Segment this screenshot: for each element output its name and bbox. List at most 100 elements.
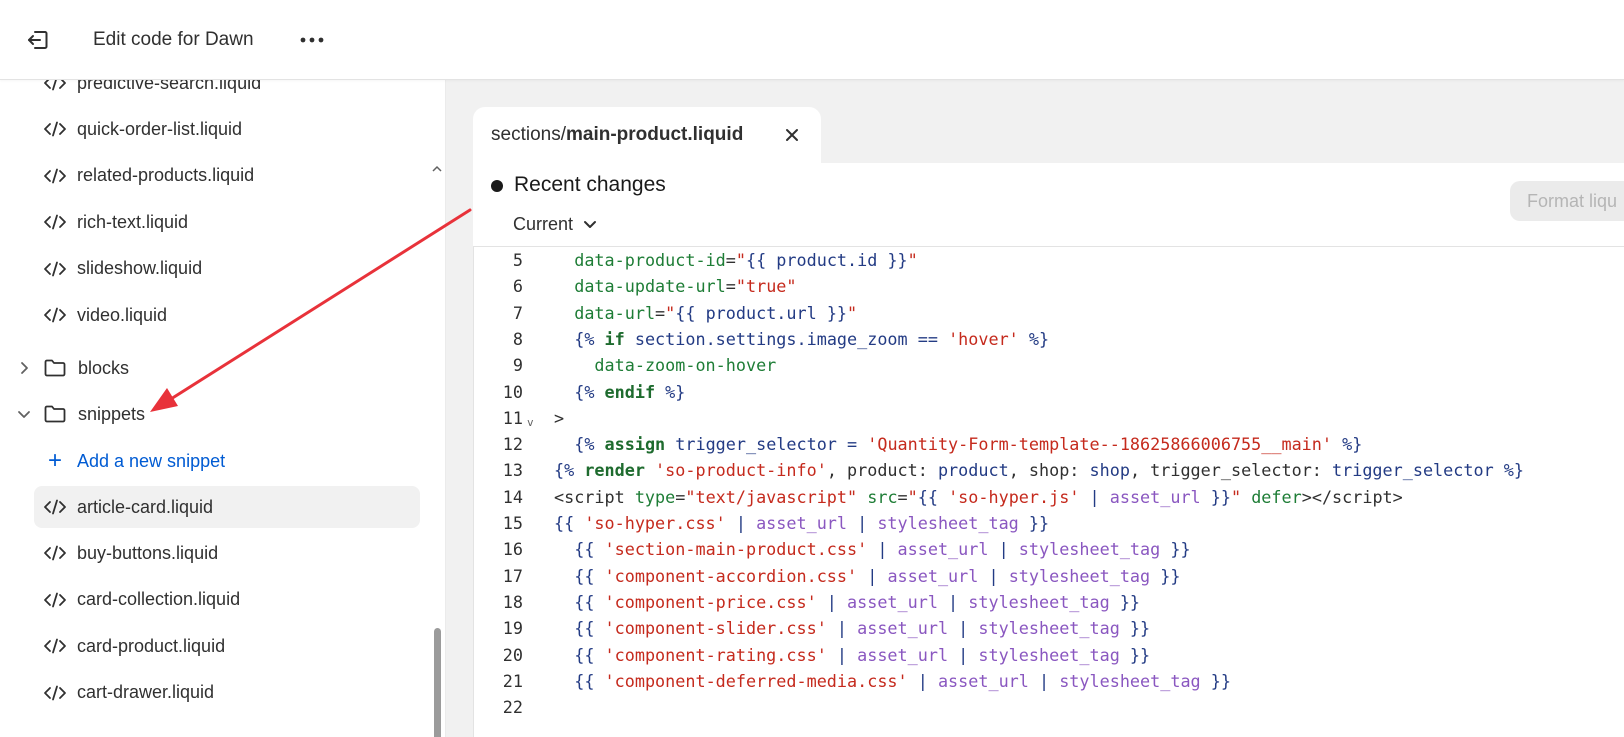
file-label: article-card.liquid	[77, 496, 214, 517]
line-number: 18	[502, 591, 523, 612]
file-label: rich-text.liquid	[77, 211, 189, 232]
code-line: 8 {% if section.settings.image_zoom == '…	[473, 326, 1624, 352]
folder-icon	[41, 405, 69, 423]
code-text: data-url="{{ product.url }}"	[574, 302, 858, 323]
code-text: >	[554, 407, 565, 428]
add-new-snippet-link[interactable]: + Add a new snippet	[34, 440, 420, 482]
file-label: cart-drawer.liquid	[77, 682, 215, 703]
scroll-up-arrow[interactable]	[430, 162, 444, 174]
file-label: card-product.liquid	[77, 635, 226, 656]
version-select-value: Current	[513, 213, 574, 234]
line-number: 11	[502, 407, 523, 428]
close-tab-button[interactable]	[781, 124, 803, 146]
file-label: predictive-search.liquid	[77, 80, 262, 93]
file-item[interactable]: video.liquid	[34, 294, 420, 336]
file-item[interactable]: card-collection.liquid	[34, 579, 420, 621]
file-item[interactable]: predictive-search.liquid	[34, 80, 420, 104]
code-line: 11 v >	[473, 405, 1624, 431]
code-line: 15 {{ 'so-hyper.css' | asset_url | styles…	[473, 510, 1624, 536]
file-item[interactable]: rich-text.liquid	[34, 201, 420, 243]
code-line: 10 {% endif %}	[473, 379, 1624, 405]
file-item[interactable]: slideshow.liquid	[34, 248, 420, 290]
code-content[interactable]: 5 data-product-id="{{ product.id }}" 6 da…	[473, 247, 1624, 737]
line-number: 12	[502, 434, 523, 455]
line-number: 16	[502, 539, 523, 560]
code-line: 9 data-zoom-on-hover	[473, 352, 1624, 378]
code-text: {{ 'component-slider.css' | asset_url | …	[574, 618, 1151, 639]
code-file-icon	[41, 592, 69, 608]
line-number: 17	[502, 565, 523, 586]
code-text: {% assign trigger_selector = 'Quantity-F…	[574, 434, 1363, 455]
recent-changes-title: Recent changes	[514, 173, 666, 196]
exit-icon	[28, 31, 48, 49]
code-text: {% render 'so-product-info', product: pr…	[554, 460, 1524, 481]
code-line: 21 {{ 'component-deferred-media.css' | a…	[473, 668, 1624, 694]
file-item[interactable]: buy-buttons.liquid	[34, 532, 420, 574]
sidebar-scrollbar-thumb[interactable]	[434, 628, 441, 737]
exit-button[interactable]	[22, 24, 54, 56]
code-file-icon	[41, 121, 69, 137]
line-number: 21	[502, 670, 523, 691]
code-file-icon	[41, 638, 69, 654]
code-text: {{ 'component-accordion.css' | asset_url…	[574, 565, 1181, 586]
code-line: 17 {{ 'component-accordion.css' | asset_…	[473, 563, 1624, 589]
code-file-icon	[41, 80, 69, 91]
chevron-down-icon	[583, 219, 597, 229]
unsaved-dot-icon	[491, 180, 503, 192]
folder-icon	[41, 359, 69, 377]
folder-label: blocks	[78, 357, 130, 378]
file-label: related-products.liquid	[77, 165, 255, 186]
code-line: 20 {{ 'component-rating.css' | asset_url…	[473, 642, 1624, 668]
folder-label: snippets	[78, 403, 146, 424]
code-line: 22	[473, 694, 1624, 720]
file-item[interactable]: card-product.liquid	[34, 625, 420, 667]
code-text: <script type="text/javascript" src="{{ '…	[554, 486, 1403, 507]
code-file-icon	[41, 261, 69, 277]
code-line: 14 <script type="text/javascript" src="{{…	[473, 484, 1624, 510]
code-line: 13 {% render 'so-product-info', product: …	[473, 457, 1624, 483]
line-number: 15	[502, 513, 523, 533]
more-actions-button[interactable]	[296, 26, 328, 54]
file-item[interactable]: article-card.liquid	[34, 486, 420, 528]
code-file-icon	[41, 168, 69, 184]
file-label: slideshow.liquid	[77, 258, 203, 279]
code-text: {{ 'section-main-product.css' | asset_ur…	[574, 539, 1191, 560]
format-liquid-button[interactable]: Format liqu	[1510, 181, 1624, 221]
tab-main-product[interactable]: sections/main-product.liquid	[473, 107, 821, 163]
file-item[interactable]: quick-order-list.liquid	[34, 108, 420, 150]
code-line: 18 {{ 'component-price.css' | asset_url …	[473, 589, 1624, 615]
line-number: 10	[502, 381, 523, 402]
code-line: 19 {{ 'component-slider.css' | asset_url…	[473, 615, 1624, 641]
line-number: 5	[512, 250, 523, 270]
code-line: 6 data-update-url="true"	[473, 273, 1624, 299]
file-item[interactable]: cart-drawer.liquid	[34, 672, 420, 714]
code-line: 16 {{ 'section-main-product.css' | asset…	[473, 536, 1624, 562]
code-line: 12 {% assign trigger_selector = 'Quantit…	[473, 431, 1624, 457]
code-file-icon	[41, 685, 69, 701]
code-text: {% endif %}	[574, 381, 686, 402]
code-text: data-zoom-on-hover	[594, 355, 777, 376]
file-label: card-collection.liquid	[77, 589, 241, 610]
line-number: 20	[502, 644, 523, 665]
code-editor-panel: Recent changes Current Format liqu 5 dat…	[473, 163, 1624, 737]
chevron-right-icon	[14, 361, 34, 375]
more-icon	[300, 37, 324, 43]
code-file-icon	[41, 545, 69, 561]
file-item[interactable]: related-products.liquid	[34, 155, 420, 197]
code-text: {{ 'component-price.css' | asset_url | s…	[574, 591, 1141, 612]
file-label: buy-buttons.liquid	[77, 542, 219, 563]
folder-snippets[interactable]: snippets	[14, 393, 420, 435]
line-number: 14	[502, 486, 523, 507]
code-text: data-update-url="true"	[574, 276, 797, 297]
close-icon	[786, 129, 798, 141]
version-select[interactable]: Current	[513, 210, 597, 238]
line-number: 6	[512, 276, 523, 297]
folder-blocks[interactable]: blocks	[14, 347, 420, 389]
line-number: 8	[512, 328, 523, 349]
code-text: {% if section.settings.image_zoom == 'ho…	[574, 328, 1050, 349]
page-title: Edit code for Dawn	[93, 29, 254, 50]
code-line: 7 data-url="{{ product.url }}"	[473, 300, 1624, 326]
code-text: data-product-id="{{ product.id }}"	[574, 250, 918, 270]
add-snippet-label: Add a new snippet	[77, 450, 226, 471]
code-text: {{ 'so-hyper.css' | asset_url | styleshe…	[554, 513, 1050, 533]
